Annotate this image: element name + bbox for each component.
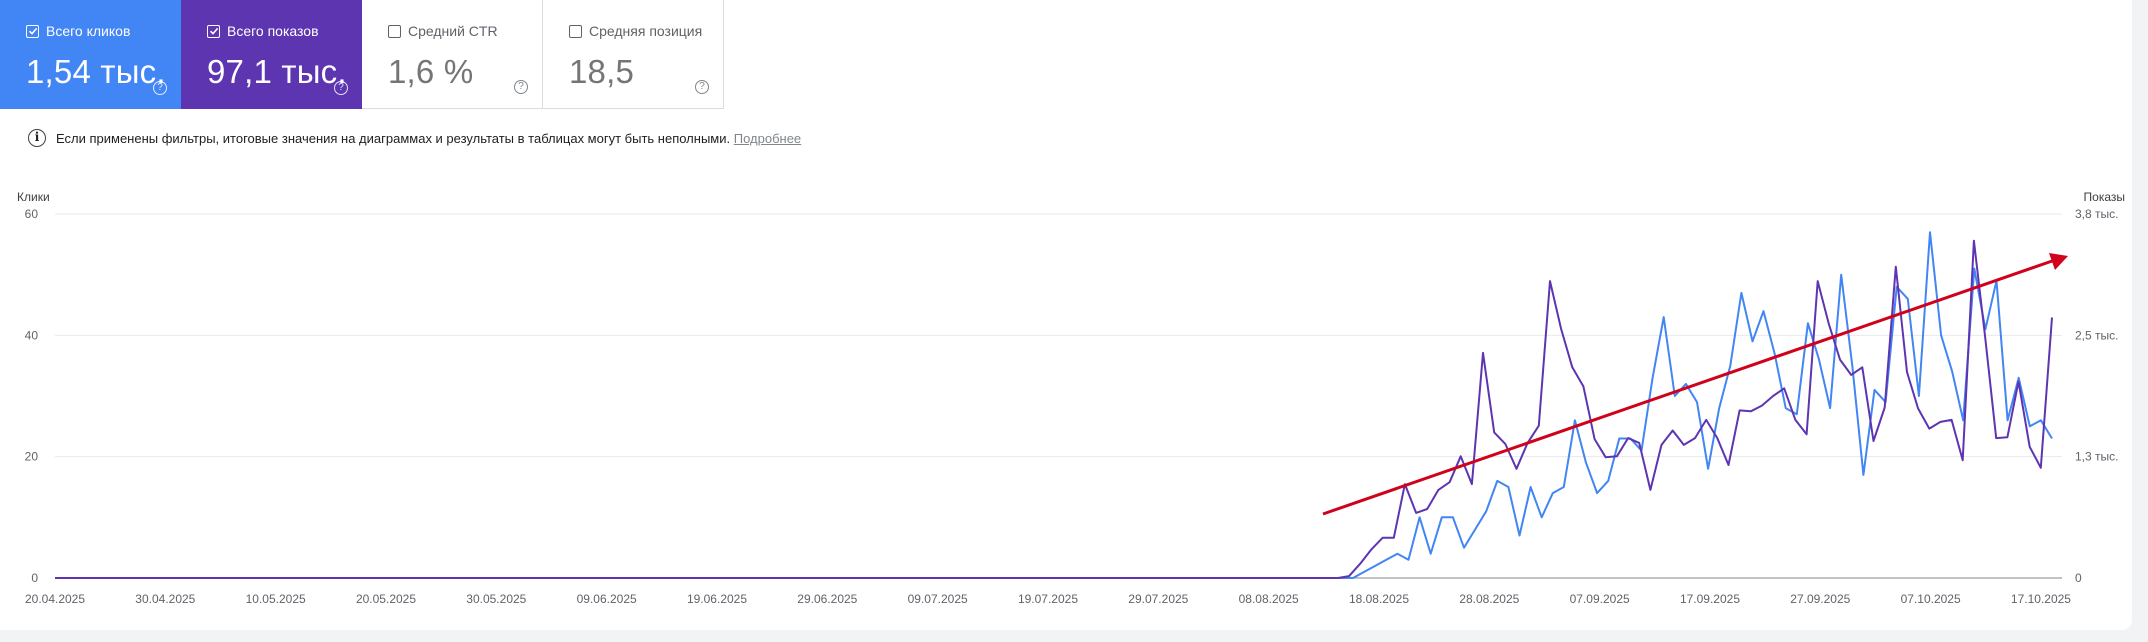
x-tick-label: 07.10.2025 [1901,592,1961,606]
x-axis-ticks: 20.04.2025 30.04.2025 10.05.2025 20.05.2025… [25,592,2071,606]
series-lines [55,231,2053,579]
x-tick-label: 30.05.2025 [466,592,526,606]
right-axis-ticks: 0 1,3 тыс. 2,5 тыс. 3,8 тыс. [2075,207,2118,585]
grid-lines [55,213,2062,579]
series-line [55,231,2053,579]
x-tick-label: 27.09.2025 [1790,592,1850,606]
x-tick-label: 29.06.2025 [797,592,857,606]
x-tick-label: 17.09.2025 [1680,592,1740,606]
x-tick-label: 19.07.2025 [1018,592,1078,606]
trend-annotation [1322,253,2068,516]
x-tick-label: 17.10.2025 [2011,592,2071,606]
x-tick-label: 30.04.2025 [135,592,195,606]
y-tick-left: 0 [31,571,38,585]
x-tick-label: 29.07.2025 [1128,592,1188,606]
x-tick-label: 09.07.2025 [908,592,968,606]
y-tick-right: 2,5 тыс. [2075,328,2118,342]
right-axis-title: Показы [2084,190,2125,204]
left-axis-title: Клики [17,190,50,204]
y-tick-left: 40 [25,328,39,342]
x-tick-label: 20.05.2025 [356,592,416,606]
y-tick-left: 60 [25,207,39,221]
x-tick-label: 10.05.2025 [246,592,306,606]
x-tick-label: 18.08.2025 [1349,592,1409,606]
x-tick-label: 08.08.2025 [1239,592,1299,606]
y-tick-left: 20 [25,450,39,464]
y-tick-right: 1,3 тыс. [2075,450,2118,464]
series-line [55,239,2053,579]
x-tick-label: 19.06.2025 [687,592,747,606]
performance-chart: Клики Показы 0 20 40 60 0 1,3 тыс. 2,5 тыс. 3,… [17,190,2125,606]
y-tick-right: 0 [2075,571,2082,585]
left-axis-ticks: 0 20 40 60 [25,207,39,585]
trend-arrow-line [1322,258,2056,516]
x-tick-label: 07.09.2025 [1570,592,1630,606]
performance-card: Всего кликов 1,54 тыс. ? Всего показов 9… [0,0,2132,630]
x-tick-label: 20.04.2025 [25,592,85,606]
x-tick-label: 09.06.2025 [577,592,637,606]
x-tick-label: 28.08.2025 [1459,592,1519,606]
y-tick-right: 3,8 тыс. [2075,207,2118,221]
